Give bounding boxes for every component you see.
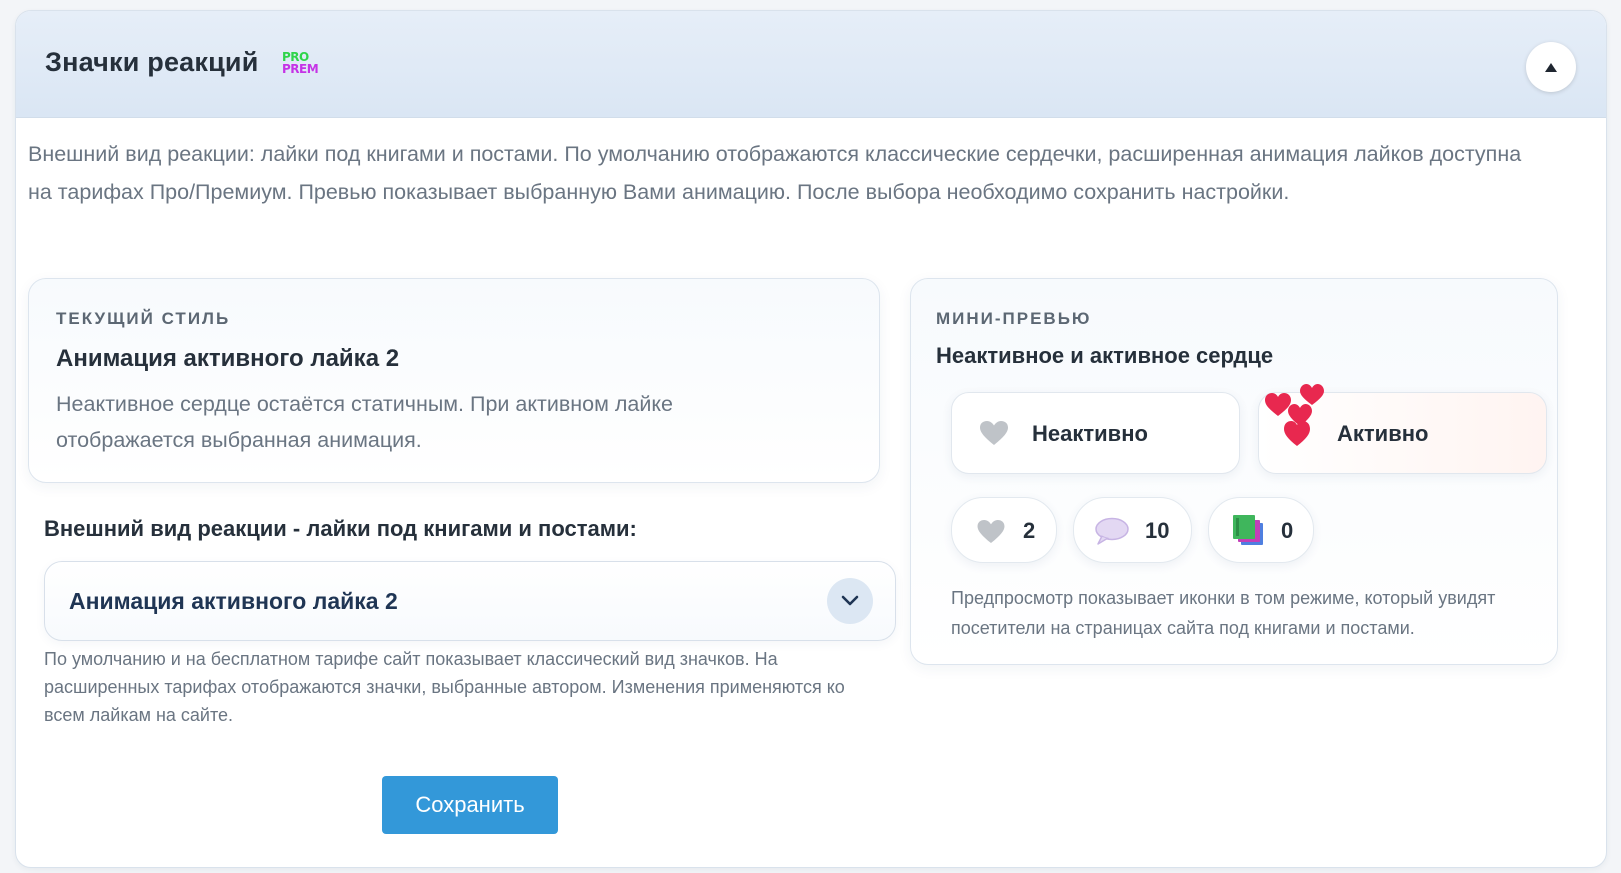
current-style-description: Неактивное сердце остаётся статичным. Пр…	[56, 392, 673, 452]
preview-note: Предпросмотр показывает иконки в том реж…	[951, 588, 1496, 638]
comments-counter[interactable]: 10	[1073, 497, 1192, 563]
books-icon	[1229, 513, 1267, 552]
plan-badge: PRO PREM	[282, 51, 332, 79]
heart-icon	[976, 519, 1006, 549]
likes-count: 2	[1023, 518, 1036, 543]
likes-counter[interactable]: 2	[951, 497, 1057, 563]
badge-prem: PREM	[282, 62, 319, 76]
current-style-card: ТЕКУЩИЙ СТИЛЬ Анимация активного лайка 2…	[28, 278, 880, 483]
current-style-title: Анимация активного лайка 2	[56, 345, 400, 372]
reaction-style-label: Внешний вид реакции - лайки под книгами …	[44, 516, 637, 541]
heart-active-icon	[1265, 384, 1324, 446]
panel-title: Значки реакций	[45, 47, 259, 77]
intro-text: Внешний вид реакции: лайки под книгами и…	[28, 142, 1522, 204]
reaction-style-select[interactable]: Анимация активного лайка 2	[44, 561, 896, 641]
inactive-heart-chip[interactable]: Неактивно	[951, 392, 1240, 474]
current-style-eyebrow: ТЕКУЩИЙ СТИЛЬ	[56, 309, 231, 328]
preview-eyebrow: МИНИ-ПРЕВЬЮ	[936, 309, 1092, 328]
comments-count: 10	[1145, 518, 1170, 543]
active-label: Активно	[1337, 421, 1429, 446]
reaction-style-value: Анимация активного лайка 2	[69, 588, 398, 614]
books-count: 0	[1281, 518, 1294, 543]
collapse-button[interactable]	[1526, 42, 1576, 92]
chevron-down-icon[interactable]	[827, 578, 873, 624]
save-button[interactable]: Сохранить	[382, 776, 558, 834]
books-counter[interactable]: 0	[1208, 497, 1314, 563]
triangle-up-icon	[1545, 62, 1557, 72]
heart-inactive-icon	[979, 420, 1009, 451]
reaction-style-help: По умолчанию и на бесплатном тарифе сайт…	[44, 649, 845, 725]
preview-title: Неактивное и активное сердце	[936, 343, 1274, 368]
speech-bubble-icon	[1094, 517, 1130, 550]
inactive-label: Неактивно	[1032, 421, 1148, 446]
panel-header: Значки реакций PRO PREM	[16, 11, 1606, 118]
